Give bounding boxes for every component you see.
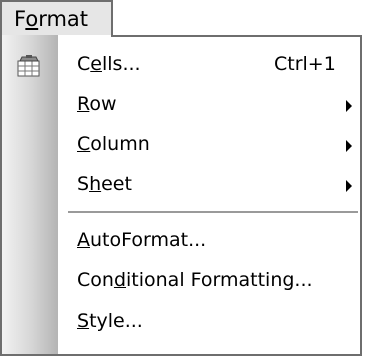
menu-item-column[interactable]: Column <box>2 126 360 164</box>
menu-format[interactable]: Format <box>0 0 113 37</box>
menu-item-conditional-formatting[interactable]: Conditional Formatting... <box>2 262 360 300</box>
menu-item-column-label: Column <box>77 133 150 155</box>
dropdown-top-border <box>111 35 362 37</box>
menu-item-autoformat-label: AutoFormat... <box>77 229 207 251</box>
menu-item-style[interactable]: Style... <box>2 303 360 341</box>
menu-item-cells[interactable]: Cells... Ctrl+1 <box>2 46 360 84</box>
submenu-arrow-icon <box>346 180 352 192</box>
submenu-arrow-icon <box>346 140 352 152</box>
menu-item-row-label: Row <box>77 93 117 115</box>
menu-item-style-label: Style... <box>77 310 143 332</box>
format-dropdown-menu: Cells... Ctrl+1 Row Column Sheet AutoFor… <box>0 35 362 356</box>
menu-format-label: Format <box>14 7 89 31</box>
menu-item-sheet-label: Sheet <box>77 173 132 195</box>
submenu-arrow-icon <box>346 100 352 112</box>
menu-separator <box>68 211 358 213</box>
menu-item-row[interactable]: Row <box>2 86 360 124</box>
menu-item-sheet[interactable]: Sheet <box>2 166 360 204</box>
menu-item-conditional-formatting-label: Conditional Formatting... <box>77 269 313 291</box>
menu-item-autoformat[interactable]: AutoFormat... <box>2 222 360 260</box>
menu-item-cells-shortcut: Ctrl+1 <box>274 53 336 75</box>
menu-item-cells-label: Cells... <box>77 53 141 75</box>
